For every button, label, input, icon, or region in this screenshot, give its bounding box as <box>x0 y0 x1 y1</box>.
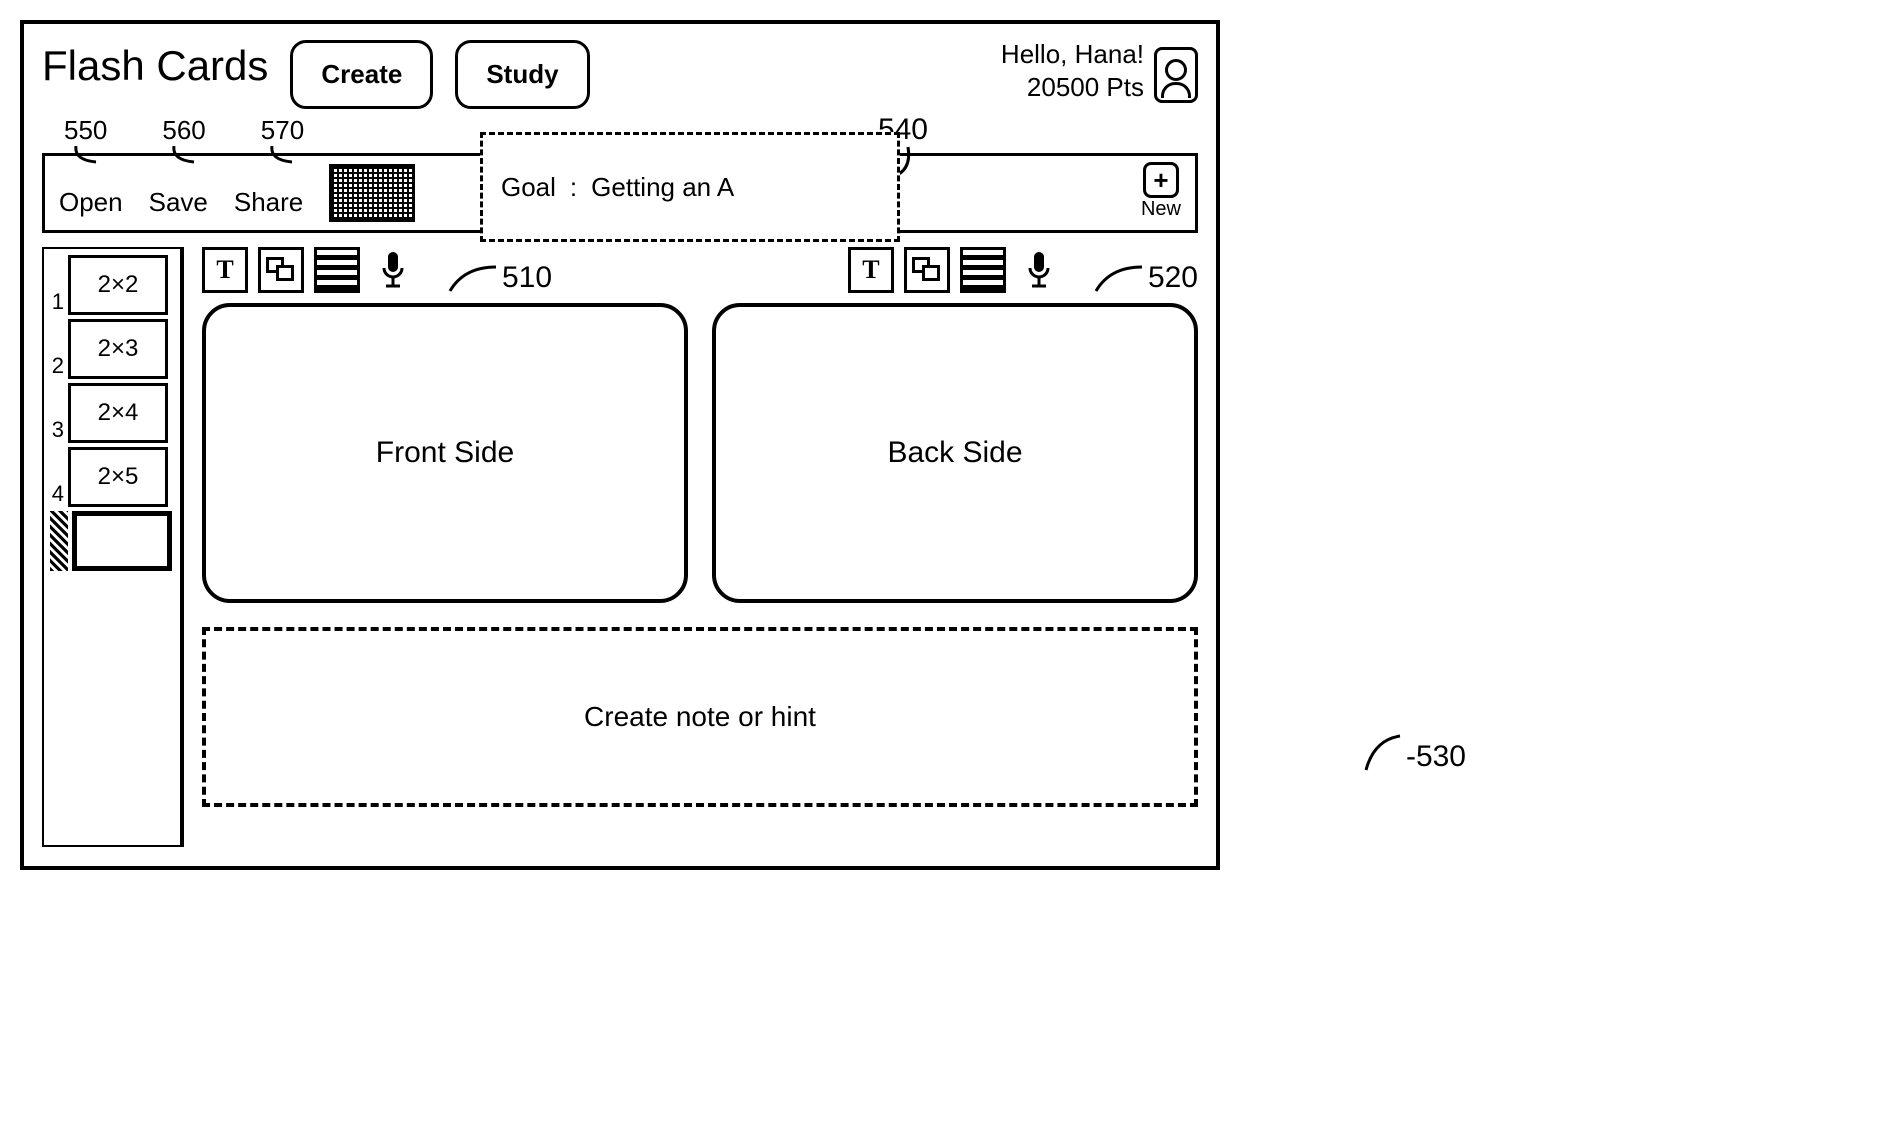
app-title: Flash Cards <box>42 42 268 90</box>
card-faces-row: Front Side Back Side <box>202 303 1198 603</box>
back-tool-icons: T <box>848 247 1062 293</box>
shape-tool-icon[interactable] <box>904 247 950 293</box>
tool-icons-row: T 510 <box>202 247 1198 293</box>
ref-530-callout: -530 <box>1364 734 1466 780</box>
new-label: New <box>1141 198 1181 221</box>
image-tool-icon[interactable] <box>314 247 360 293</box>
card-index-marker-icon <box>50 511 68 571</box>
ref-510-callout: 510 <box>444 249 552 295</box>
shape-tool-icon[interactable] <box>258 247 304 293</box>
image-tool-icon[interactable] <box>960 247 1006 293</box>
hint-box[interactable]: Create note or hint <box>202 627 1198 807</box>
new-card-button[interactable]: + New <box>1141 162 1181 221</box>
ref-510: 510 <box>502 261 552 295</box>
app-window: Flash Cards Create Study Hello, Hana! 20… <box>20 20 1220 870</box>
front-tool-icons: T <box>202 247 416 293</box>
text-tool-icon[interactable]: T <box>202 247 248 293</box>
texture-swatch-icon[interactable] <box>329 164 415 222</box>
user-block: Hello, Hana! 20500 Pts <box>1001 38 1198 103</box>
front-side-card[interactable]: Front Side <box>202 303 688 603</box>
ref-520: 520 <box>1148 261 1198 295</box>
card-thumb[interactable]: 2×4 <box>68 383 168 443</box>
user-text: Hello, Hana! 20500 Pts <box>1001 38 1144 103</box>
back-side-card[interactable]: Back Side <box>712 303 1198 603</box>
save-button[interactable]: Save <box>149 187 208 218</box>
create-mode-button[interactable]: Create <box>290 40 433 109</box>
card-list-item[interactable]: 1 2×2 <box>50 255 174 315</box>
ref-570: 570 <box>261 115 304 146</box>
toolbar: Open Save Share Goal : Getting an A + Ne… <box>42 153 1198 233</box>
card-thumb[interactable]: 2×5 <box>68 447 168 507</box>
mic-tool-icon[interactable] <box>370 247 416 293</box>
share-button[interactable]: Share <box>234 187 303 218</box>
editor-column: T 510 <box>202 247 1198 847</box>
card-thumb[interactable]: 2×2 <box>68 255 168 315</box>
card-index: 4 <box>48 481 64 507</box>
ref-550: 550 <box>64 115 107 146</box>
card-list-item-current[interactable] <box>50 511 174 571</box>
goal-label: Goal <box>501 172 556 203</box>
card-list-item[interactable]: 2 2×3 <box>50 319 174 379</box>
card-thumb[interactable] <box>72 511 172 571</box>
header-row: Flash Cards Create Study Hello, Hana! 20… <box>42 38 1198 109</box>
figure-wrap: Flash Cards Create Study Hello, Hana! 20… <box>20 20 1360 940</box>
ref-560: 560 <box>162 115 205 146</box>
card-index: 3 <box>48 417 64 443</box>
main-area: 1 2×2 2 2×3 3 2×4 4 2×5 <box>42 247 1198 847</box>
mic-tool-icon[interactable] <box>1016 247 1062 293</box>
ref-520-callout: 520 <box>1090 249 1198 295</box>
card-index: 2 <box>48 353 64 379</box>
user-greeting: Hello, Hana! <box>1001 38 1144 71</box>
goal-sep: : <box>562 172 585 203</box>
card-thumb[interactable]: 2×3 <box>68 319 168 379</box>
card-list[interactable]: 1 2×2 2 2×3 3 2×4 4 2×5 <box>42 247 184 847</box>
avatar-icon <box>1154 47 1198 103</box>
card-list-item[interactable]: 4 2×5 <box>50 447 174 507</box>
open-button[interactable]: Open <box>59 187 123 218</box>
card-index: 1 <box>48 289 64 315</box>
text-tool-icon[interactable]: T <box>848 247 894 293</box>
ref-530: -530 <box>1406 740 1466 774</box>
plus-icon: + <box>1143 162 1179 198</box>
card-list-item[interactable]: 3 2×4 <box>50 383 174 443</box>
goal-field[interactable]: Goal : Getting an A <box>480 132 900 242</box>
user-points: 20500 Pts <box>1001 71 1144 104</box>
study-mode-button[interactable]: Study <box>455 40 589 109</box>
goal-value: Getting an A <box>591 172 734 203</box>
